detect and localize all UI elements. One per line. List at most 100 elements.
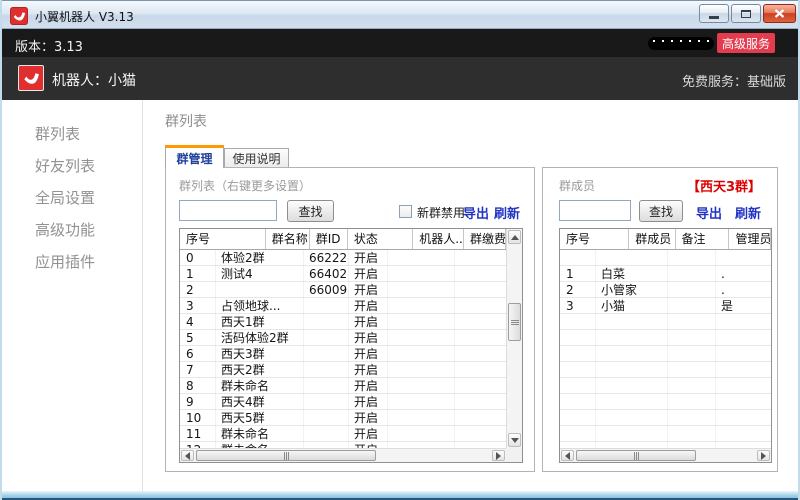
group-row[interactable]: 7 西天2群 开启 (180, 362, 506, 378)
member-refresh-link[interactable]: 刷新 (735, 203, 761, 222)
scroll-left-icon (565, 452, 570, 460)
cell-group-name: 占领地球... (215, 298, 303, 314)
cell-fee (454, 314, 506, 330)
sidebar-item[interactable]: 群列表 (35, 123, 80, 144)
tab-usage-instructions[interactable]: 使用说明 (224, 148, 289, 167)
group-table-header: 序号群名称群ID状态机器人...群缴费 (180, 229, 506, 250)
scroll-up-button[interactable] (508, 230, 521, 244)
version-bar: 版本：3.13 高级服务 (2, 29, 800, 57)
vertical-scrollbar[interactable] (506, 229, 522, 448)
group-row[interactable]: 0 体验2群 66222 开启 (180, 250, 506, 266)
vertical-scroll-thumb[interactable] (508, 303, 521, 341)
horizontal-scrollbar[interactable] (180, 448, 506, 462)
scroll-right-button[interactable] (492, 450, 505, 461)
member-row[interactable]: 3 小猫 是 (560, 298, 771, 314)
maximize-icon (741, 10, 751, 18)
window-frame-bottom (2, 491, 800, 500)
scroll-left-button[interactable] (181, 450, 194, 461)
sidebar-item[interactable]: 全局设置 (35, 187, 95, 208)
horizontal-scroll-thumb[interactable] (196, 450, 376, 461)
cell-group-id: 66402 (303, 266, 348, 282)
cell-robot (387, 426, 454, 442)
cell-remark (667, 250, 715, 266)
cell-robot (387, 362, 454, 378)
cell-group-name: 活码体验2群 (215, 330, 303, 346)
scroll-right-button[interactable] (757, 450, 770, 461)
column-header[interactable]: 群ID (310, 229, 348, 249)
column-header[interactable]: 序号 (180, 229, 266, 249)
robot-logo-icon (18, 65, 44, 91)
robot-name-label: 机器人：小猫 (52, 70, 136, 90)
cell-group-name: 西天3群 (215, 346, 303, 362)
cell-no: 11 (180, 426, 215, 442)
column-header[interactable]: 群名称 (266, 229, 310, 249)
cell-remark (667, 298, 715, 314)
group-row[interactable]: 9 西天4群 开启 (180, 394, 506, 410)
maximize-button[interactable] (731, 4, 761, 23)
group-row[interactable]: 4 西天1群 开启 (180, 314, 506, 330)
group-row[interactable]: 2 66009 开启 (180, 282, 506, 298)
cell-robot (387, 410, 454, 426)
service-level-label: 免费服务：基础版 (682, 71, 786, 90)
cell-admin: . (715, 282, 771, 298)
sidebar-item[interactable]: 应用插件 (35, 251, 95, 272)
horizontal-scroll-thumb[interactable] (576, 450, 696, 461)
group-search-input[interactable] (179, 200, 277, 221)
minimize-button[interactable] (699, 4, 729, 23)
group-export-link[interactable]: 导出 (463, 203, 489, 222)
cell-group-name: 西天2群 (215, 362, 303, 378)
member-row[interactable]: 1 白菜 . (560, 266, 771, 282)
column-header[interactable]: 备注 (676, 229, 730, 249)
cell-status: 开启 (348, 314, 387, 330)
group-find-button[interactable]: 查找 (287, 200, 334, 222)
group-row[interactable]: 1 测试4 66402 开启 (180, 266, 506, 282)
cell-robot (387, 298, 454, 314)
scroll-right-icon (761, 452, 766, 460)
member-search-input[interactable] (559, 200, 631, 221)
cell-group-id: 66009 (303, 282, 348, 298)
new-group-disable-label: 新群禁用 (417, 204, 465, 221)
group-list-panel-title: 群列表（右键更多设置） (179, 177, 311, 194)
cell-no: 9 (180, 394, 215, 410)
cell-fee (454, 250, 506, 266)
member-export-link[interactable]: 导出 (696, 203, 722, 222)
group-row[interactable]: 3 占领地球... 开启 (180, 298, 506, 314)
cell-no (560, 250, 595, 266)
close-button[interactable] (763, 4, 796, 23)
new-group-disable-checkbox[interactable] (399, 205, 412, 218)
member-row[interactable]: 2 小管家 . (560, 282, 771, 298)
cell-group-name: 群未命名 (215, 378, 303, 394)
cell-remark (667, 282, 715, 298)
column-header[interactable]: 管理员 (729, 229, 771, 249)
column-header[interactable]: 群成员 (629, 229, 675, 249)
sidebar-item[interactable]: 好友列表 (35, 155, 95, 176)
scroll-down-button[interactable] (508, 433, 521, 447)
thumb-grip (511, 320, 519, 325)
member-find-button[interactable]: 查找 (639, 200, 683, 222)
group-row[interactable]: 11 群未命名 开启 (180, 426, 506, 442)
group-row[interactable]: 8 群未命名 开启 (180, 378, 506, 394)
scroll-left-button[interactable] (561, 450, 574, 461)
tab-group-management[interactable]: 群管理 (165, 145, 224, 168)
cell-group-id (303, 394, 348, 410)
cell-robot (387, 346, 454, 362)
cell-group-name: 西天4群 (215, 394, 303, 410)
group-row[interactable]: 10 西天5群 开启 (180, 410, 506, 426)
cell-status: 开启 (348, 266, 387, 282)
group-refresh-link[interactable]: 刷新 (494, 203, 520, 222)
horizontal-scrollbar[interactable] (560, 448, 771, 462)
column-header[interactable]: 序号 (560, 229, 629, 249)
premium-service-button[interactable]: 高级服务 (717, 33, 775, 53)
sidebar-item[interactable]: 高级功能 (35, 219, 95, 240)
cell-group-id (303, 314, 348, 330)
group-row[interactable]: 5 活码体验2群 开启 (180, 330, 506, 346)
group-members-panel: 群成员 【西天3群】 查找 导出 刷新 序号群成员备注管理员 (542, 167, 778, 472)
column-header[interactable]: 状态 (348, 229, 413, 249)
cell-status: 开启 (348, 410, 387, 426)
window-controls (699, 4, 796, 23)
column-header[interactable]: 机器人... (413, 229, 464, 249)
member-row[interactable] (560, 250, 771, 266)
cell-status: 开启 (348, 250, 387, 266)
column-header[interactable]: 群缴费 (464, 229, 506, 249)
group-row[interactable]: 6 西天3群 开启 (180, 346, 506, 362)
